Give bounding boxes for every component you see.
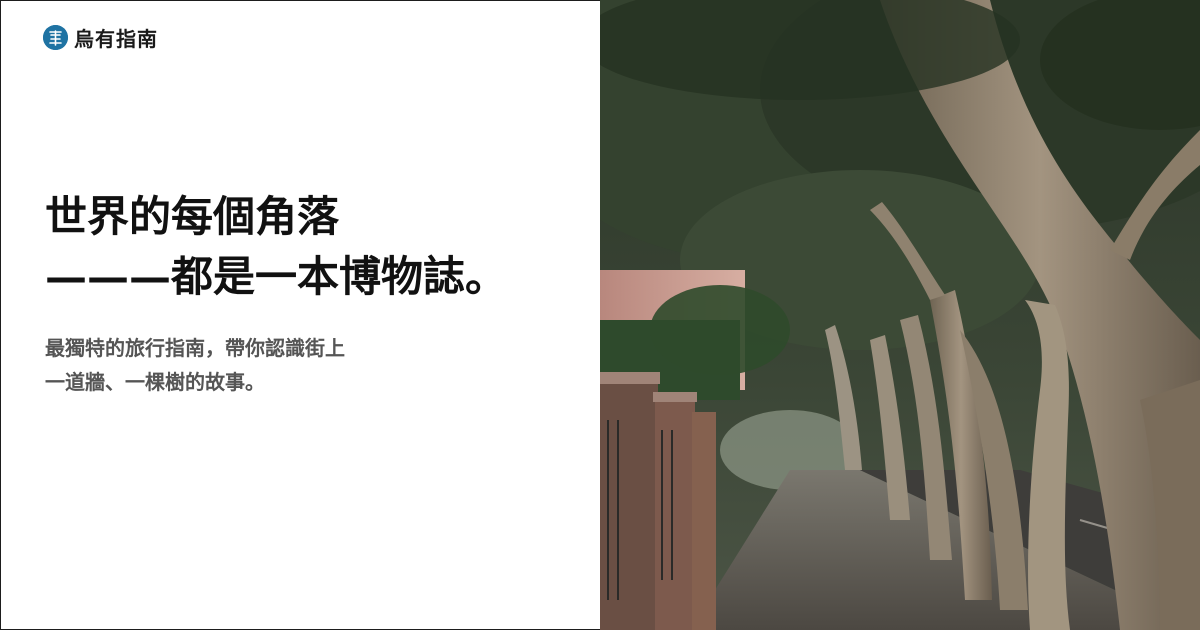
headline: 世界的每個角落 ———都是一本博物誌。 xyxy=(45,187,507,307)
brand-name: 烏有指南 xyxy=(74,27,158,51)
tree-lined-street-photo xyxy=(600,0,1200,630)
brand[interactable]: 烏有指南 xyxy=(43,23,158,52)
headline-line-1: 世界的每個角落 xyxy=(45,192,340,241)
subtitle-line-2: 一道牆、一棵樹的故事。 xyxy=(45,370,265,394)
headline-line-2: ———都是一本博物誌。 xyxy=(45,252,508,301)
share-card: 烏有指南 世界的每個角落 ———都是一本博物誌。 最獨特的旅行指南，帶你認識街上… xyxy=(0,0,1200,630)
brand-seal-icon xyxy=(43,25,68,50)
text-panel: 烏有指南 世界的每個角落 ———都是一本博物誌。 最獨特的旅行指南，帶你認識街上… xyxy=(0,0,600,630)
subtitle-line-1: 最獨特的旅行指南，帶你認識街上 xyxy=(45,336,345,360)
subtitle: 最獨特的旅行指南，帶你認識街上 一道牆、一棵樹的故事。 xyxy=(45,331,345,399)
